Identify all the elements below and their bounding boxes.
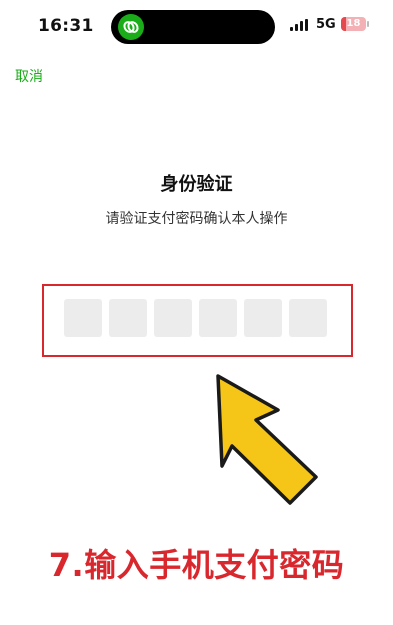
- instruction-caption: 7.输入手机支付密码: [48, 546, 345, 584]
- pointer-arrow-icon: [216, 374, 318, 505]
